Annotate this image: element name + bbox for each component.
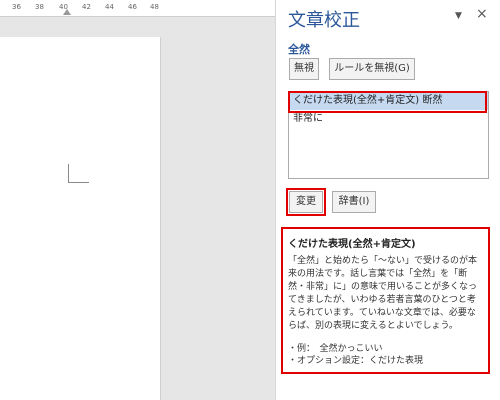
- change-button[interactable]: 変更: [289, 191, 323, 213]
- flagged-word: 全然: [288, 43, 310, 56]
- document-area[interactable]: 36 38 40 42 44 46 48: [0, 0, 275, 400]
- ruler-tick: 46: [128, 3, 137, 11]
- margin-corner-mark: [68, 164, 89, 183]
- pane-title: 文章校正: [288, 10, 360, 31]
- document-page[interactable]: [0, 37, 161, 400]
- explanation-option: ・オプション設定：くだけた表現: [288, 356, 424, 366]
- ruler-tick: 38: [35, 3, 44, 11]
- ignore-button[interactable]: 無視: [289, 58, 319, 80]
- suggestion-item[interactable]: 非常に: [289, 110, 488, 128]
- dictionary-button[interactable]: 辞書(I): [332, 191, 376, 213]
- horizontal-ruler[interactable]: 36 38 40 42 44 46 48: [0, 0, 275, 17]
- pane-options-icon[interactable]: ▼: [455, 11, 462, 21]
- proofing-pane: 文章校正 ▼ × 全然 無視 ルールを無視(G) くだけた表現(全然+肯定文) …: [275, 0, 500, 400]
- ruler-tick: 36: [12, 3, 21, 11]
- explanation-title: くだけた表現(全然+肯定文): [288, 239, 416, 250]
- close-icon[interactable]: ×: [476, 6, 488, 22]
- ruler-tick: 44: [105, 3, 114, 11]
- ignore-rule-button[interactable]: ルールを無視(G): [329, 58, 415, 80]
- explanation-body: 「全然」と始めたら「～ない」で受けるのが本来の用法です。話し言葉では「全然」を「…: [288, 256, 478, 331]
- explanation-example: ・例： 全然かっこいい: [288, 344, 383, 354]
- indent-marker-icon[interactable]: [63, 9, 71, 15]
- ruler-tick: 48: [150, 3, 159, 11]
- ruler-tick: 42: [82, 3, 91, 11]
- suggestion-item[interactable]: くだけた表現(全然+肯定文) 断然: [289, 92, 488, 110]
- explanation-panel: くだけた表現(全然+肯定文) 「全然」と始めたら「～ない」で受けるのが本来の用法…: [281, 227, 490, 374]
- suggestion-list[interactable]: くだけた表現(全然+肯定文) 断然 非常に: [288, 91, 489, 179]
